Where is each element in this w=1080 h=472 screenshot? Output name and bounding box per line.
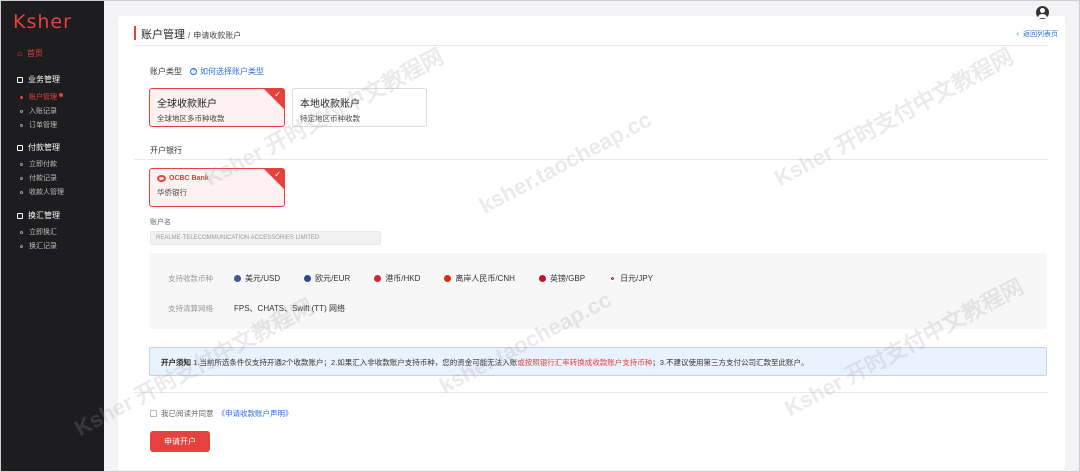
- divider: [134, 45, 1048, 46]
- currencies-row: 支持收款币种 美元/USD 欧元/EUR 港币/HKD 离岸人民币/CNH 英镑…: [168, 273, 653, 284]
- wallet-icon: [17, 144, 23, 151]
- sidebar-item-exchange-now[interactable]: 立即换汇: [20, 227, 57, 237]
- account-info-panel: [149, 253, 1047, 329]
- sidebar-item-exchange-records[interactable]: 换汇记录: [20, 241, 57, 251]
- bullet-icon: [20, 123, 23, 127]
- chevron-left-icon: ‹: [1016, 30, 1019, 38]
- sidebar-group-payments[interactable]: 付款管理: [17, 142, 60, 153]
- currency-jpy: 日元/JPY: [609, 273, 653, 284]
- sidebar-group-business[interactable]: 业务管理: [17, 74, 60, 85]
- divider: [134, 159, 1048, 160]
- option-bank-ocbc[interactable]: OCBC Bank 华侨银行 ✓: [149, 168, 285, 207]
- eu-flag-icon: [304, 275, 312, 282]
- option-local-account[interactable]: 本地收款账户 特定地区币种收款: [292, 88, 427, 127]
- option-global-account[interactable]: 全球收款账户 全球地区多币种收款 ✓: [149, 88, 285, 127]
- divider: [134, 392, 1048, 393]
- bullet-icon: [20, 190, 23, 194]
- sidebar-item-account-management[interactable]: 账户管理: [20, 92, 63, 102]
- bullet-icon: [20, 244, 23, 248]
- back-to-list-link[interactable]: ‹ 返回列表页: [1017, 29, 1058, 39]
- sidebar-item-pay-now[interactable]: 立即付款: [20, 159, 57, 169]
- account-notice: 开户须知 1.当前所选条件仅支持开通2个收款账户；2.如果汇入非收款账户支持币种…: [149, 347, 1047, 376]
- check-icon: ✓: [274, 90, 281, 99]
- apply-account-button[interactable]: 申请开户: [150, 431, 210, 452]
- question-icon: ?: [190, 68, 197, 75]
- home-icon: ⌂: [17, 49, 22, 58]
- currency-gbp: 英镑/GBP: [538, 273, 585, 284]
- bullet-icon: [20, 162, 23, 166]
- currency-eur: 欧元/EUR: [304, 273, 350, 284]
- grid-icon: [17, 76, 23, 83]
- bullet-icon: [20, 95, 23, 99]
- sidebar-item-payees[interactable]: 收款人管理: [20, 187, 64, 197]
- us-flag-icon: [234, 275, 241, 282]
- uk-flag-icon: [538, 275, 546, 282]
- notification-dot: [59, 92, 63, 97]
- bullet-icon: [20, 109, 23, 113]
- sidebar-item-home[interactable]: ⌂ 首页: [17, 48, 43, 59]
- check-icon: ✓: [274, 170, 281, 179]
- sidebar-item-payment-records[interactable]: 付款记录: [20, 173, 57, 183]
- sidebar-group-exchange[interactable]: 换汇管理: [17, 210, 60, 221]
- ocbc-rings-icon: [157, 175, 166, 182]
- account-type-help-link[interactable]: ? 如何选择账户类型: [190, 66, 264, 77]
- breadcrumb-current: 申请收款账户: [193, 31, 242, 40]
- currency-usd: 美元/USD: [234, 273, 280, 284]
- user-avatar-icon[interactable]: [1036, 6, 1049, 19]
- exchange-icon: [17, 212, 23, 219]
- cn-flag-icon: [444, 275, 452, 282]
- ocbc-logo: OCBC Bank: [157, 175, 277, 182]
- account-type-label: 账户类型: [150, 67, 182, 76]
- sidebar-item-orders[interactable]: 订单管理: [20, 120, 57, 130]
- currency-cnh: 离岸人民币/CNH: [444, 273, 515, 284]
- networks-row: 支持清算网络 FPS、CHATS、Swift (TT) 网络: [168, 304, 345, 313]
- account-name-field: REALME-TELECOMMUNICATION ACCESSORIES LIM…: [150, 231, 381, 245]
- account-name-label: 账户名: [150, 219, 171, 226]
- agreement-row: 我已阅读并同意 《申请收款账户声明》: [150, 408, 293, 419]
- jp-flag-icon: [609, 275, 617, 282]
- currency-hkd: 港币/HKD: [374, 273, 420, 284]
- sidebar-item-incoming-records[interactable]: 入账记录: [20, 106, 57, 116]
- sidebar: Ksher ⌂ 首页 业务管理 账户管理 入账记录 订单管理 付款管理 立即付款…: [1, 1, 104, 471]
- hk-flag-icon: [374, 275, 382, 282]
- bank-label: 开户银行: [150, 146, 182, 155]
- agreement-link[interactable]: 《申请收款账户声明》: [218, 408, 293, 419]
- agree-checkbox[interactable]: [150, 410, 157, 417]
- bullet-icon: [20, 176, 23, 180]
- page-title: 账户管理 / 申请收款账户: [134, 26, 242, 41]
- bullet-icon: [20, 230, 23, 234]
- brand-logo: Ksher: [13, 11, 72, 33]
